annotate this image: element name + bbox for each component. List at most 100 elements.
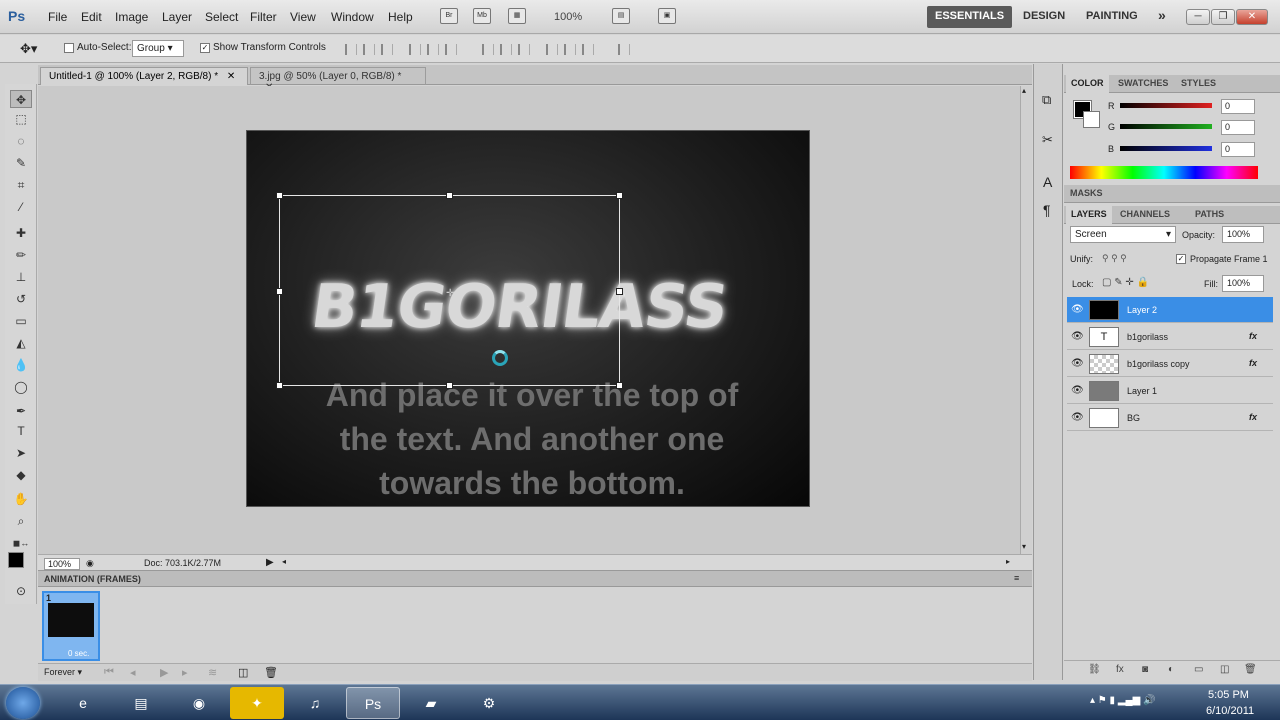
transform-handle[interactable] [616,288,623,295]
link-layers-icon[interactable]: ⛓ [1088,664,1101,675]
menu-view[interactable]: View [290,10,316,24]
layer-row-layer-1[interactable]: 👁 Layer 1 [1067,378,1273,404]
blue-value[interactable]: 0 [1221,142,1255,157]
arrange-documents-icon[interactable]: ▤ [612,8,630,24]
transform-handle[interactable] [276,192,283,199]
tab-color[interactable]: COLOR [1066,75,1109,93]
minimize-icon[interactable]: ─ [1186,9,1210,25]
type-tool-icon[interactable]: T [10,422,32,440]
distribute-right-icon[interactable] [582,44,594,55]
itunes-icon[interactable]: ♫ [288,687,342,719]
visibility-eye-icon[interactable]: 👁 [1071,304,1084,315]
tab-untitled-1[interactable]: Untitled-1 @ 100% (Layer 2, RGB/8) * ✕ [40,67,248,85]
layer-name[interactable]: Layer 1 [1127,386,1157,396]
frame-delay[interactable]: 0 sec. [68,649,89,658]
layer-row-bg[interactable]: 👁 BG fx [1067,405,1273,431]
move-tool-icon[interactable]: ✥▾ [20,41,37,57]
tab-swatches[interactable]: SWATCHES [1118,78,1168,88]
layer-effects-icon[interactable]: fx [1249,358,1257,368]
eraser-tool-icon[interactable]: ▭ [10,312,32,330]
pen-tool-icon[interactable]: ✒ [10,402,32,420]
layer-row-b1gorilass-copy[interactable]: 👁 b1gorilass copy fx [1067,351,1273,377]
scroll-up-icon[interactable]: ▴ [1022,86,1026,95]
paint-bucket-icon[interactable]: ◭ [10,334,32,352]
shape-tool-icon[interactable]: ◆ [10,466,32,484]
lasso-tool-icon[interactable]: ◌ [10,132,32,150]
photoshop-icon[interactable]: Ps [346,687,400,719]
menu-file[interactable]: File [48,10,67,24]
distribute-vcenter-icon[interactable] [500,44,512,55]
transform-handle[interactable] [276,382,283,389]
menu-layer[interactable]: Layer [162,10,192,24]
history-icon[interactable]: ⧉ [1042,92,1051,108]
app-icon[interactable]: ✦ [230,687,284,719]
menu-edit[interactable]: Edit [81,10,102,24]
status-zoom[interactable]: 100% [44,558,80,570]
eyedropper-tool-icon[interactable]: ⁄ [10,198,32,216]
auto-align-icon[interactable] [618,44,630,55]
healing-brush-icon[interactable]: ✚ [10,224,32,242]
path-select-icon[interactable]: ➤ [10,444,32,462]
opacity-field[interactable]: 100% [1222,226,1264,243]
red-slider[interactable] [1120,103,1212,108]
system-tray-icons[interactable]: ▴ ⚑ ▮ ▂▄▆ 🔊 [1090,695,1156,706]
tool-presets-icon[interactable]: ✂ [1042,132,1053,148]
blue-slider[interactable] [1120,146,1212,151]
color-spectrum-ramp[interactable] [1070,166,1258,179]
crop-tool-icon[interactable]: ⌗ [10,176,32,194]
menu-select[interactable]: Select [205,10,238,24]
unify-options-icon[interactable]: ⚲ ⚲ ⚲ [1102,253,1127,264]
background-swatch[interactable] [1083,111,1100,128]
default-colors-icon[interactable]: ◼↔ [10,534,32,552]
windows-start-icon[interactable] [6,687,40,719]
workspace-design[interactable]: DESIGN [1023,10,1065,22]
align-top-icon[interactable] [345,44,357,55]
quick-select-tool-icon[interactable]: ✎ [10,154,32,172]
mini-bridge-icon[interactable]: Mb [473,8,491,24]
new-layer-icon[interactable]: ◫ [1220,664,1229,675]
align-hcenter-icon[interactable] [427,44,439,55]
distribute-hcenter-icon[interactable] [564,44,576,55]
file-explorer-icon[interactable]: ▤ [114,687,168,719]
vertical-scrollbar[interactable]: ▴ ▾ [1020,86,1032,554]
tween-icon[interactable]: ≋ [208,666,217,679]
workspace-painting[interactable]: PAINTING [1086,10,1138,22]
play-icon[interactable]: ▶ [160,666,168,679]
transform-handle[interactable] [616,382,623,389]
marquee-tool-icon[interactable]: ⬚ [10,110,32,128]
add-style-icon[interactable]: fx [1116,664,1124,675]
more-workspaces-icon[interactable]: » [1158,7,1166,23]
close-tab-icon[interactable]: ✕ [227,71,235,82]
quick-mask-icon[interactable]: ⊙ [10,582,32,600]
loop-dropdown[interactable]: Forever ▾ [44,667,82,678]
status-info-icon[interactable]: ◉ [86,558,94,569]
show-transform-checkbox[interactable]: ✓ [200,42,210,54]
layer-row-b1gorilass[interactable]: 👁 T b1gorilass fx [1067,324,1273,350]
screen-mode-icon[interactable]: ▣ [658,8,676,24]
transform-handle[interactable] [616,192,623,199]
green-slider[interactable] [1120,124,1212,129]
layer-name[interactable]: BG [1127,413,1140,423]
clock-time[interactable]: 5:05 PM [1208,689,1249,701]
tab-3-jpg[interactable]: 3.jpg @ 50% (Layer 0, RGB/8) * ✕ [250,67,426,93]
visibility-eye-icon[interactable]: 👁 [1071,331,1084,342]
visibility-eye-icon[interactable]: 👁 [1071,358,1084,369]
notes-icon[interactable]: ▰ [404,687,458,719]
distribute-top-icon[interactable] [482,44,494,55]
auto-select-checkbox[interactable] [64,42,74,54]
foreground-color[interactable] [8,552,24,568]
distribute-bottom-icon[interactable] [518,44,530,55]
auto-select-dropdown[interactable]: Group ▾ [132,40,184,57]
blur-tool-icon[interactable]: 💧 [10,356,32,374]
workspace-essentials[interactable]: ESSENTIALS [927,6,1013,28]
transform-handle[interactable] [446,382,453,389]
next-frame-icon[interactable]: ▸ [182,666,188,679]
first-frame-icon[interactable]: ⏮ [104,666,114,679]
hscroll-left-icon[interactable]: ◂ [282,557,286,566]
dodge-tool-icon[interactable]: ◯ [10,378,32,396]
layer-name[interactable]: b1gorilass [1127,332,1168,342]
distribute-left-icon[interactable] [546,44,558,55]
internet-explorer-icon[interactable]: e [56,687,110,719]
delete-layer-icon[interactable]: 🗑 [1244,664,1257,675]
view-extras-icon[interactable]: ▦ [508,8,526,24]
